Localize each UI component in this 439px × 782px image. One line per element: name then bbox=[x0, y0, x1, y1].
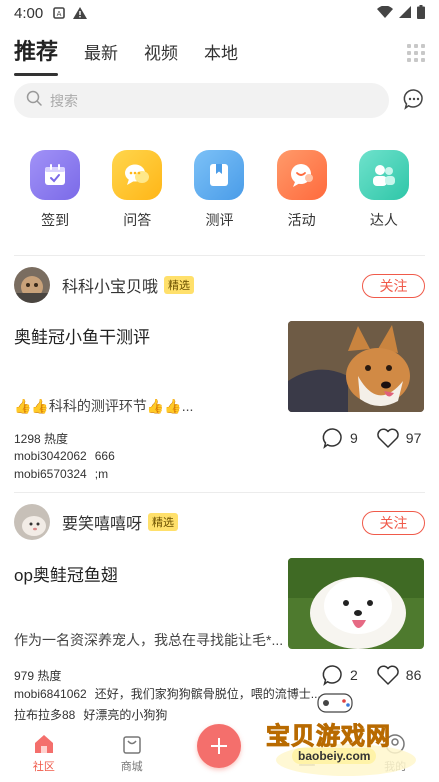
status-time: 4:00 bbox=[14, 4, 44, 22]
status-bar: 4:00 A bbox=[0, 0, 439, 26]
battery-icon bbox=[417, 4, 425, 22]
nav-shop[interactable]: 商城 bbox=[102, 733, 162, 774]
search-icon bbox=[26, 90, 42, 111]
nav-label: 我的 bbox=[384, 761, 407, 773]
like-count-value: 97 bbox=[405, 430, 422, 446]
follow-button[interactable]: 关注 bbox=[362, 511, 425, 535]
top-tabs: 推荐 最新 视频 本地 bbox=[14, 34, 425, 76]
comment-preview[interactable]: mobi3042062 666 bbox=[14, 449, 115, 463]
bookmark-icon bbox=[194, 150, 245, 200]
category-label: 测评 bbox=[205, 212, 234, 228]
bottom-nav: 社区 商城 我的 bbox=[0, 722, 439, 782]
home-icon bbox=[34, 735, 53, 753]
nav-community[interactable]: 社区 bbox=[14, 733, 74, 774]
category-label: 达人 bbox=[369, 212, 398, 228]
nav-profile[interactable]: 我的 bbox=[365, 733, 425, 774]
category-label: 活动 bbox=[287, 212, 316, 228]
category-checkin[interactable]: 签到 bbox=[25, 150, 85, 230]
comment-preview[interactable]: mobi6570324 ;m bbox=[14, 467, 108, 481]
category-row: 签到 问答 测评 活动 达人 bbox=[0, 150, 439, 230]
tab-video[interactable]: 视频 bbox=[144, 39, 178, 70]
post-heat: 1298 热度 bbox=[14, 432, 69, 446]
category-review[interactable]: 测评 bbox=[189, 150, 249, 230]
post-card[interactable]: 科科小宝贝哦 精选 关注 奥鲑冠小鱼干测评 👍👍科科的测评环节👍👍... 129… bbox=[0, 266, 439, 492]
comment-text: 666 bbox=[94, 449, 115, 463]
comment-text: 好漂亮的小狗狗 bbox=[83, 708, 168, 722]
comment-user: mobi6841062 bbox=[14, 687, 87, 701]
avatar[interactable] bbox=[14, 504, 50, 540]
comment-count[interactable]: 9 bbox=[322, 427, 358, 449]
category-label: 问答 bbox=[123, 212, 152, 228]
warning-icon bbox=[73, 7, 88, 19]
section-divider bbox=[14, 255, 425, 256]
message-icon[interactable] bbox=[403, 88, 425, 115]
comment-count[interactable]: 2 bbox=[322, 664, 358, 686]
tab-latest[interactable]: 最新 bbox=[84, 39, 118, 70]
users-icon bbox=[358, 150, 409, 200]
comment-count-value: 9 bbox=[350, 430, 358, 446]
comment-preview[interactable]: 拉布拉多88 好漂亮的小狗狗 bbox=[14, 706, 167, 723]
bell-icon bbox=[299, 752, 316, 766]
category-label: 签到 bbox=[41, 212, 70, 228]
avatar[interactable] bbox=[14, 267, 50, 303]
comment-user: mobi6570324 bbox=[14, 467, 87, 481]
grid-menu-icon[interactable] bbox=[407, 44, 425, 62]
category-qa[interactable]: 问答 bbox=[107, 150, 167, 230]
post-title[interactable]: op奥鲑冠鱼翅 bbox=[14, 561, 118, 586]
category-experts[interactable]: 达人 bbox=[354, 150, 414, 230]
nav-label: 商城 bbox=[120, 761, 143, 773]
nav-notifications[interactable] bbox=[277, 749, 337, 774]
plus-icon bbox=[197, 724, 242, 768]
comment-text: 还好，我们家狗狗髌骨脱位，喂的流博士... bbox=[94, 687, 321, 701]
comment-user: mobi3042062 bbox=[14, 449, 87, 463]
like-count[interactable]: 97 bbox=[376, 427, 422, 449]
comment-text: ;m bbox=[94, 467, 109, 481]
tab-recommend[interactable]: 推荐 bbox=[14, 34, 59, 76]
post-divider bbox=[14, 492, 425, 493]
comment-icon bbox=[322, 428, 342, 449]
signal-icon bbox=[399, 5, 411, 21]
calendar-icon bbox=[30, 150, 81, 200]
post-author-row: 要笑嘻嘻呀 精选 bbox=[14, 504, 179, 540]
featured-badge: 精选 bbox=[148, 513, 179, 531]
follow-button[interactable]: 关注 bbox=[362, 274, 425, 298]
post-card[interactable]: 要笑嘻嘻呀 精选 关注 op奥鲑冠鱼翅 作为一名资深养宠人，我总在寻找能让毛*.… bbox=[0, 503, 439, 723]
svg-text:A: A bbox=[57, 10, 62, 18]
post-thumbnail[interactable] bbox=[288, 321, 424, 412]
post-thumbnail[interactable] bbox=[288, 558, 424, 649]
wifi-icon bbox=[377, 5, 393, 21]
megaphone-icon bbox=[276, 150, 327, 200]
comment-icon bbox=[322, 665, 342, 686]
author-name[interactable]: 科科小宝贝哦 bbox=[62, 273, 158, 297]
comment-preview[interactable]: mobi6841062 还好，我们家狗狗髌骨脱位，喂的流博士... bbox=[14, 685, 321, 702]
heart-icon bbox=[377, 428, 399, 448]
like-count-value: 86 bbox=[405, 667, 422, 683]
user-icon bbox=[385, 734, 405, 754]
comment-count-value: 2 bbox=[350, 667, 358, 683]
post-author-row: 科科小宝贝哦 精选 bbox=[14, 267, 195, 303]
post-excerpt: 作为一名资深养宠人，我总在寻找能让毛*... bbox=[14, 632, 284, 648]
nav-publish[interactable] bbox=[189, 724, 249, 774]
author-name[interactable]: 要笑嘻嘻呀 bbox=[62, 510, 142, 534]
post-stats: 9 97 bbox=[322, 427, 421, 449]
post-title[interactable]: 奥鲑冠小鱼干测评 bbox=[14, 323, 150, 348]
shopping-bag-icon bbox=[122, 736, 141, 754]
heart-icon bbox=[377, 665, 399, 685]
sim-icon: A bbox=[53, 7, 66, 19]
search-input[interactable] bbox=[50, 92, 350, 109]
category-activity[interactable]: 活动 bbox=[272, 150, 332, 230]
comment-user: 拉布拉多88 bbox=[14, 708, 76, 722]
tab-local[interactable]: 本地 bbox=[204, 39, 238, 70]
post-stats: 2 86 bbox=[322, 664, 421, 686]
nav-label: 社区 bbox=[32, 761, 55, 773]
post-excerpt: 👍👍科科的测评环节👍👍... bbox=[14, 398, 194, 414]
search-bar[interactable] bbox=[14, 83, 389, 118]
like-count[interactable]: 86 bbox=[376, 664, 422, 686]
post-heat: 979 热度 bbox=[14, 669, 62, 683]
featured-badge: 精选 bbox=[164, 276, 195, 294]
chat-bubble-icon bbox=[112, 150, 163, 200]
